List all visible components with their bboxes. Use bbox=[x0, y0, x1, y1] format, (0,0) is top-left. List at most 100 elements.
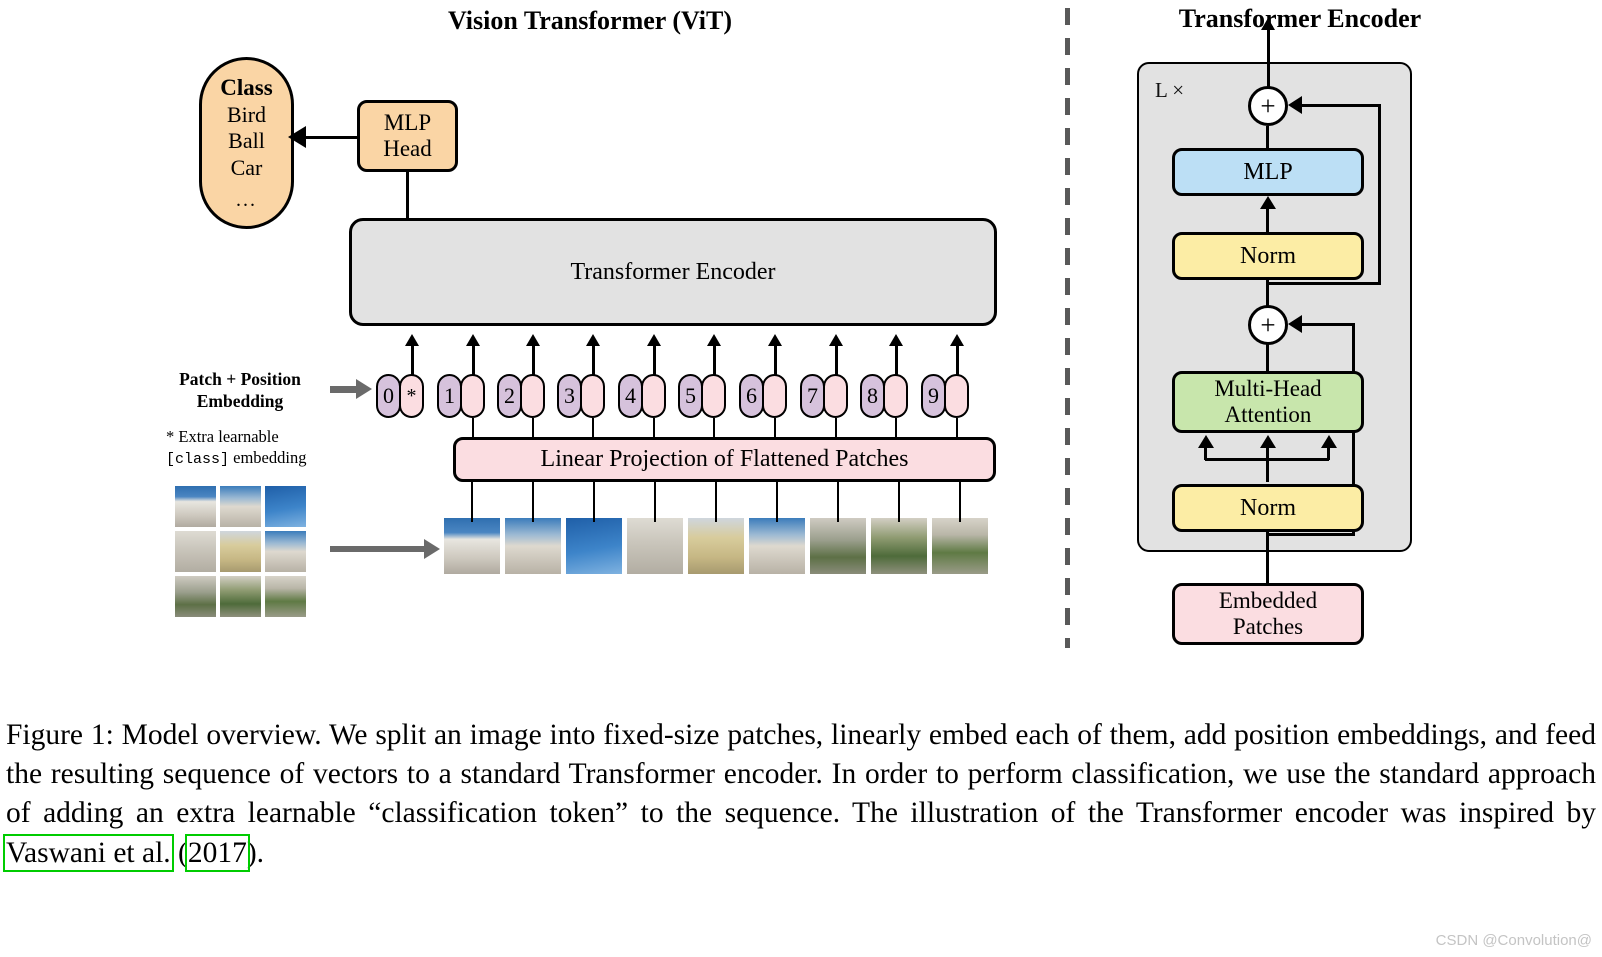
token-index-1: 1 bbox=[437, 374, 462, 418]
norm-block-top-label: Norm bbox=[1240, 242, 1296, 269]
embedded-patches-label-line2: Patches bbox=[1232, 614, 1304, 639]
citation-link-year[interactable]: 2017 bbox=[184, 833, 250, 872]
transformer-encoder-block: Transformer Encoder bbox=[349, 218, 997, 326]
token-8: 8 bbox=[860, 374, 908, 418]
token-up-line-4 bbox=[653, 345, 656, 375]
patch-position-embedding-label: Patch + Position Embedding bbox=[160, 369, 320, 413]
token-7: 7 bbox=[800, 374, 848, 418]
mlp-head-label-line1: MLP bbox=[383, 110, 432, 136]
token-up-arrowhead-2 bbox=[526, 334, 540, 346]
token-up-arrowhead-3 bbox=[586, 334, 600, 346]
class-token-star: * bbox=[406, 385, 417, 407]
patch-position-arrow-head bbox=[356, 379, 372, 399]
token-2: 2 bbox=[497, 374, 545, 418]
norm-block-top: Norm bbox=[1172, 232, 1364, 280]
flattened-patch-5 bbox=[688, 518, 744, 574]
class-token-mono: [class] bbox=[166, 451, 230, 469]
residual-top-h-bottom bbox=[1267, 282, 1381, 285]
token-up-line-6 bbox=[774, 345, 777, 375]
qkv-right-arrowhead bbox=[1321, 435, 1337, 448]
residual-mid-h-top bbox=[1300, 323, 1354, 326]
class-item-bird: Bird bbox=[226, 101, 267, 127]
flattened-patch-stem-2 bbox=[532, 482, 535, 522]
residual-top-arrowhead bbox=[1288, 96, 1302, 114]
token-4: 4 bbox=[618, 374, 666, 418]
patch-position-arrow-shaft bbox=[330, 386, 358, 393]
image-grid-patch-4 bbox=[175, 531, 216, 572]
token-up-arrowhead-5 bbox=[707, 334, 721, 346]
mlp-block: MLP bbox=[1172, 148, 1364, 196]
flattened-patch-stem-9 bbox=[959, 482, 962, 522]
residual-mid-arrowhead bbox=[1288, 315, 1302, 333]
linear-projection-label: Linear Projection of Flattened Patches bbox=[540, 446, 909, 473]
token-1: 1 bbox=[437, 374, 485, 418]
mlp-block-label: MLP bbox=[1243, 158, 1293, 185]
flattened-patch-4 bbox=[627, 518, 683, 574]
mha-to-add-line bbox=[1266, 343, 1269, 373]
image-grid-patch-1 bbox=[175, 486, 216, 527]
image-grid-patch-7 bbox=[175, 576, 216, 617]
vit-panel-title: Vision Transformer (ViT) bbox=[447, 6, 733, 35]
image-grid-patch-2 bbox=[220, 486, 261, 527]
token-embedding-2 bbox=[520, 374, 545, 418]
mha-label-line2: Attention bbox=[1224, 402, 1312, 427]
image-grid-patch-6 bbox=[265, 531, 306, 572]
token-embedding-6 bbox=[762, 374, 787, 418]
citation-link-author[interactable]: Vaswani et al. bbox=[3, 833, 174, 872]
token-up-line-2 bbox=[532, 345, 535, 375]
qkv-mid-arrowhead bbox=[1260, 435, 1276, 448]
token-index-9: 9 bbox=[921, 374, 946, 418]
token-3: 3 bbox=[557, 374, 605, 418]
watermark: CSDN @Convolution@ bbox=[1435, 932, 1592, 949]
flattened-patch-8 bbox=[871, 518, 927, 574]
token-index-7: 7 bbox=[800, 374, 825, 418]
patch-position-label-line1: Patch + Position bbox=[179, 369, 301, 389]
token-up-arrowhead-4 bbox=[647, 334, 661, 346]
residual-top-h-top bbox=[1300, 104, 1380, 107]
encoder-output-arrowhead bbox=[1261, 18, 1275, 30]
flattened-patch-stem-1 bbox=[471, 482, 474, 522]
flattened-patch-1 bbox=[444, 518, 500, 574]
class-ellipsis: ... bbox=[236, 189, 257, 212]
image-grid-patch-9 bbox=[265, 576, 306, 617]
mlp-head-to-class-line bbox=[304, 136, 358, 139]
token-up-line-0 bbox=[411, 345, 414, 375]
residual-mid-h-bottom bbox=[1267, 533, 1355, 536]
token-up-line-1 bbox=[472, 345, 475, 375]
encoder-repeat-label: L × bbox=[1155, 78, 1185, 102]
qkv-mid-line bbox=[1266, 446, 1269, 482]
token-index-8: 8 bbox=[860, 374, 885, 418]
panel-divider bbox=[1065, 8, 1070, 648]
norm-block-bottom: Norm bbox=[1172, 484, 1364, 532]
mlp-head-box: MLP Head bbox=[357, 100, 458, 172]
token-6: 6 bbox=[739, 374, 787, 418]
residual-add-top-symbol: + bbox=[1260, 90, 1276, 121]
qkv-left-arrowhead bbox=[1198, 435, 1214, 448]
image-grid-patch-8 bbox=[220, 576, 261, 617]
flattened-patch-2 bbox=[505, 518, 561, 574]
token-index-6: 6 bbox=[739, 374, 764, 418]
token-up-arrowhead-6 bbox=[768, 334, 782, 346]
token-embedding-4 bbox=[641, 374, 666, 418]
token-index-4: 4 bbox=[618, 374, 643, 418]
flattened-patch-stem-6 bbox=[776, 482, 779, 522]
extra-learnable-note-line1: * Extra learnable bbox=[166, 427, 279, 446]
token-up-line-9 bbox=[956, 345, 959, 375]
token-0: 0 * bbox=[376, 374, 424, 418]
token-up-arrowhead-9 bbox=[950, 334, 964, 346]
class-heading: Class bbox=[220, 74, 273, 100]
flattened-patch-stem-8 bbox=[898, 482, 901, 522]
mha-label-line1: Multi-Head bbox=[1214, 376, 1322, 402]
caption-between: ( bbox=[170, 836, 188, 869]
class-item-car: Car bbox=[230, 155, 263, 181]
norm-top-to-mlp-line bbox=[1266, 205, 1269, 233]
transformer-encoder-panel-title: Transformer Encoder bbox=[1178, 4, 1422, 33]
class-output-box: Class Bird Ball Car ... bbox=[199, 57, 294, 229]
flattened-patch-stem-7 bbox=[837, 482, 840, 522]
residual-add-middle: + bbox=[1248, 305, 1288, 345]
residual-add-middle-symbol: + bbox=[1260, 309, 1276, 340]
figure-caption: Figure 1: Model overview. We split an im… bbox=[3, 716, 1596, 873]
token-up-line-7 bbox=[835, 345, 838, 375]
transformer-encoder-block-label: Transformer Encoder bbox=[570, 258, 776, 285]
norm-block-bottom-label: Norm bbox=[1240, 494, 1296, 521]
